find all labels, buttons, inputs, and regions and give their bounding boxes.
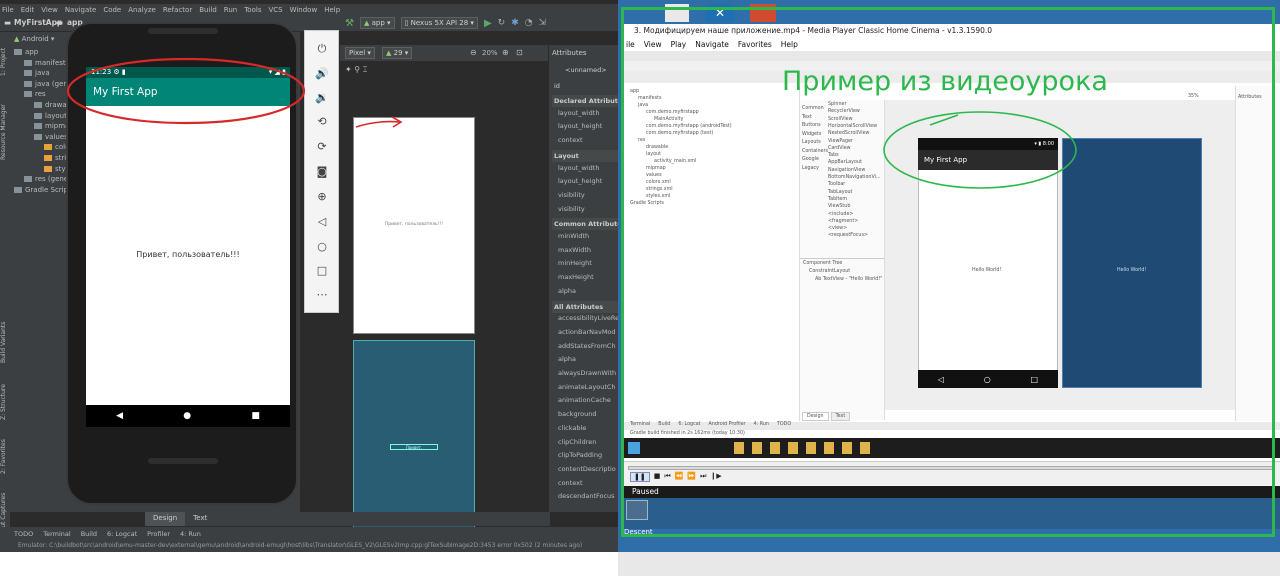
attribute-row[interactable]: animateLayoutCh [558, 383, 616, 391]
attribute-row[interactable]: visibility [558, 205, 585, 213]
hello-text: Привет, пользователь!!! [136, 250, 240, 259]
attribute-row[interactable]: alpha [558, 355, 576, 363]
attribute-row[interactable]: clickable [558, 424, 586, 432]
tab-text[interactable]: Text [185, 512, 215, 526]
tab-logcat[interactable]: 6: Logcat [107, 530, 137, 538]
home-icon[interactable]: ● [183, 411, 191, 421]
blueprint-textview[interactable]: Привет, пользователь!!! [390, 444, 438, 450]
attribute-section[interactable]: Common Attributes [552, 218, 625, 231]
attribute-row[interactable]: alpha [558, 287, 576, 295]
tab-terminal[interactable]: Terminal [43, 530, 70, 538]
tab-design[interactable]: Design [145, 512, 186, 526]
bottom-tool-tabs: TODO Terminal Build 6: Logcat Profiler 4… [0, 527, 618, 540]
attribute-row[interactable]: alwaysDrawnWith [558, 369, 616, 377]
status-message: Emulator: C:\buildbot\src\android\emu-ma… [0, 540, 618, 552]
attribute-row[interactable]: animationCache [558, 396, 611, 404]
overview-icon[interactable]: □ [310, 264, 334, 277]
attribute-row[interactable]: background [558, 410, 596, 418]
phone-speaker-bottom [148, 458, 218, 464]
attribute-row[interactable]: addStatesFromCh [558, 342, 616, 350]
attribute-section[interactable]: All Attributes [552, 300, 618, 313]
screen-bottom-right [618, 552, 1280, 576]
attribute-row[interactable]: minWidth [558, 232, 589, 240]
tab-profiler[interactable]: Profiler [147, 530, 170, 538]
design-text-tabs: Design Text [145, 512, 550, 526]
red-annotation [66, 57, 403, 128]
attribute-row[interactable]: maxHeight [558, 273, 594, 281]
more-icon[interactable]: ⋯ [310, 288, 334, 301]
attribute-row[interactable]: minHeight [558, 259, 592, 267]
home-icon[interactable]: ○ [310, 240, 334, 253]
preview-hello-text: Привет, пользователь!!! [384, 222, 444, 227]
attribute-row[interactable]: accessibilityLiveRe [558, 314, 619, 322]
attribute-row[interactable]: contentDescriptio [558, 465, 616, 473]
blueprint-preview[interactable]: Привет, пользователь!!! [353, 340, 475, 540]
nav-bar: ◀ ● ■ [86, 405, 290, 427]
tab-build-variants[interactable]: Build Variants [0, 317, 10, 367]
back-icon[interactable]: ◀ [116, 411, 123, 421]
tab-build[interactable]: Build [81, 530, 97, 538]
green-highlight-frame [621, 7, 1275, 537]
tab-todo[interactable]: TODO [14, 530, 33, 538]
tab-structure[interactable]: Z: Structure [0, 377, 10, 427]
tab-favorites[interactable]: 2: Favorites [0, 432, 10, 482]
recents-icon[interactable]: ■ [251, 411, 260, 421]
attribute-row[interactable]: context [558, 479, 583, 487]
attribute-row[interactable]: maxWidth [558, 246, 591, 254]
back-icon[interactable]: ◁ [310, 215, 334, 228]
attribute-row[interactable]: clipChildren [558, 438, 596, 446]
tab-run[interactable]: 4: Run [180, 530, 201, 538]
attribute-row[interactable]: descendantFocus [558, 492, 615, 500]
attribute-row[interactable]: actionBarNavMod [558, 328, 616, 336]
red-ellipse [66, 57, 306, 125]
attribute-row[interactable]: clipToPadding [558, 451, 602, 459]
screen-bottom-left [0, 552, 618, 576]
